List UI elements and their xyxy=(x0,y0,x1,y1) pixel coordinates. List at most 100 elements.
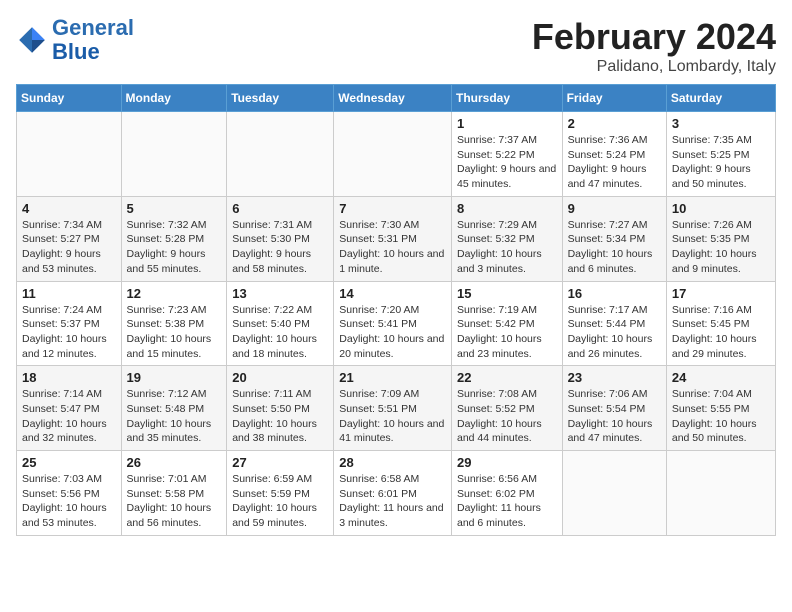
day-info: Sunrise: 7:19 AM Sunset: 5:42 PM Dayligh… xyxy=(457,303,557,362)
day-number: 10 xyxy=(672,201,770,216)
day-info: Sunrise: 7:32 AM Sunset: 5:28 PM Dayligh… xyxy=(127,218,222,277)
week-row-4: 18 Sunrise: 7:14 AM Sunset: 5:47 PM Dayli… xyxy=(17,366,776,451)
calendar-table: SundayMondayTuesdayWednesdayThursdayFrid… xyxy=(16,84,776,536)
day-number: 26 xyxy=(127,455,222,470)
day-number: 29 xyxy=(457,455,557,470)
day-info: Sunrise: 7:01 AM Sunset: 5:58 PM Dayligh… xyxy=(127,472,222,531)
day-cell: 3Sunrise: 7:35 AM Sunset: 5:25 PM Daylig… xyxy=(666,112,775,197)
header-row: SundayMondayTuesdayWednesdayThursdayFrid… xyxy=(17,85,776,112)
day-cell: 9 Sunrise: 7:27 AM Sunset: 5:34 PM Daylig… xyxy=(562,196,666,281)
calendar-header: SundayMondayTuesdayWednesdayThursdayFrid… xyxy=(17,85,776,112)
day-cell xyxy=(666,451,775,536)
day-number: 19 xyxy=(127,370,222,385)
day-cell: 25 Sunrise: 7:03 AM Sunset: 5:56 PM Dayli… xyxy=(17,451,122,536)
day-number: 17 xyxy=(672,286,770,301)
day-cell: 27 Sunrise: 6:59 AM Sunset: 5:59 PM Dayli… xyxy=(227,451,334,536)
day-cell: 6 Sunrise: 7:31 AM Sunset: 5:30 PM Daylig… xyxy=(227,196,334,281)
day-info: Sunrise: 7:27 AM Sunset: 5:34 PM Dayligh… xyxy=(568,218,661,277)
day-number: 28 xyxy=(339,455,446,470)
page-subtitle: Palidano, Lombardy, Italy xyxy=(532,58,776,76)
day-cell: 10 Sunrise: 7:26 AM Sunset: 5:35 PM Dayli… xyxy=(666,196,775,281)
logo-text: General Blue xyxy=(52,16,134,64)
logo: General Blue xyxy=(16,16,134,64)
day-cell: 11 Sunrise: 7:24 AM Sunset: 5:37 PM Dayli… xyxy=(17,281,122,366)
day-info: Sunrise: 7:30 AM Sunset: 5:31 PM Dayligh… xyxy=(339,218,446,277)
day-info: Sunrise: 7:24 AM Sunset: 5:37 PM Dayligh… xyxy=(22,303,116,362)
day-info: Sunrise: 7:16 AM Sunset: 5:45 PM Dayligh… xyxy=(672,303,770,362)
week-row-2: 4 Sunrise: 7:34 AM Sunset: 5:27 PM Daylig… xyxy=(17,196,776,281)
day-info: Sunrise: 6:56 AM Sunset: 6:02 PM Dayligh… xyxy=(457,472,557,531)
day-number: 20 xyxy=(232,370,328,385)
day-info: Sunrise: 7:20 AM Sunset: 5:41 PM Dayligh… xyxy=(339,303,446,362)
header-cell-wednesday: Wednesday xyxy=(334,85,452,112)
day-cell xyxy=(121,112,227,197)
day-cell: 18 Sunrise: 7:14 AM Sunset: 5:47 PM Dayli… xyxy=(17,366,122,451)
day-info: Sunrise: 7:08 AM Sunset: 5:52 PM Dayligh… xyxy=(457,387,557,446)
day-info: Sunrise: 7:35 AM Sunset: 5:25 PM Dayligh… xyxy=(672,133,770,192)
week-row-3: 11 Sunrise: 7:24 AM Sunset: 5:37 PM Dayli… xyxy=(17,281,776,366)
day-number: 11 xyxy=(22,286,116,301)
header-cell-saturday: Saturday xyxy=(666,85,775,112)
day-number: 27 xyxy=(232,455,328,470)
day-cell: 4 Sunrise: 7:34 AM Sunset: 5:27 PM Daylig… xyxy=(17,196,122,281)
day-number: 16 xyxy=(568,286,661,301)
day-cell xyxy=(334,112,452,197)
day-info: Sunrise: 7:37 AM Sunset: 5:22 PM Dayligh… xyxy=(457,133,557,192)
day-number: 5 xyxy=(127,201,222,216)
day-info: Sunrise: 7:14 AM Sunset: 5:47 PM Dayligh… xyxy=(22,387,116,446)
day-cell xyxy=(227,112,334,197)
day-number: 25 xyxy=(22,455,116,470)
day-info: Sunrise: 7:34 AM Sunset: 5:27 PM Dayligh… xyxy=(22,218,116,277)
day-number: 9 xyxy=(568,201,661,216)
day-cell: 12 Sunrise: 7:23 AM Sunset: 5:38 PM Dayli… xyxy=(121,281,227,366)
day-cell xyxy=(17,112,122,197)
day-info: Sunrise: 7:26 AM Sunset: 5:35 PM Dayligh… xyxy=(672,218,770,277)
week-row-1: 1Sunrise: 7:37 AM Sunset: 5:22 PM Daylig… xyxy=(17,112,776,197)
day-info: Sunrise: 7:06 AM Sunset: 5:54 PM Dayligh… xyxy=(568,387,661,446)
page-title: February 2024 xyxy=(532,16,776,58)
day-cell: 15Sunrise: 7:19 AM Sunset: 5:42 PM Dayli… xyxy=(451,281,562,366)
day-info: Sunrise: 7:22 AM Sunset: 5:40 PM Dayligh… xyxy=(232,303,328,362)
day-number: 7 xyxy=(339,201,446,216)
day-info: Sunrise: 7:36 AM Sunset: 5:24 PM Dayligh… xyxy=(568,133,661,192)
day-number: 18 xyxy=(22,370,116,385)
day-info: Sunrise: 7:04 AM Sunset: 5:55 PM Dayligh… xyxy=(672,387,770,446)
day-number: 6 xyxy=(232,201,328,216)
day-cell: 20Sunrise: 7:11 AM Sunset: 5:50 PM Dayli… xyxy=(227,366,334,451)
day-cell: 26 Sunrise: 7:01 AM Sunset: 5:58 PM Dayli… xyxy=(121,451,227,536)
day-info: Sunrise: 7:03 AM Sunset: 5:56 PM Dayligh… xyxy=(22,472,116,531)
day-info: Sunrise: 6:58 AM Sunset: 6:01 PM Dayligh… xyxy=(339,472,446,531)
day-cell: 1Sunrise: 7:37 AM Sunset: 5:22 PM Daylig… xyxy=(451,112,562,197)
day-number: 23 xyxy=(568,370,661,385)
title-block: February 2024 Palidano, Lombardy, Italy xyxy=(532,16,776,76)
day-cell: 13 Sunrise: 7:22 AM Sunset: 5:40 PM Dayli… xyxy=(227,281,334,366)
day-info: Sunrise: 7:31 AM Sunset: 5:30 PM Dayligh… xyxy=(232,218,328,277)
day-cell: 8Sunrise: 7:29 AM Sunset: 5:32 PM Daylig… xyxy=(451,196,562,281)
day-number: 14 xyxy=(339,286,446,301)
day-number: 4 xyxy=(22,201,116,216)
day-cell: 7 Sunrise: 7:30 AM Sunset: 5:31 PM Daylig… xyxy=(334,196,452,281)
day-cell: 23 Sunrise: 7:06 AM Sunset: 5:54 PM Dayli… xyxy=(562,366,666,451)
day-info: Sunrise: 7:17 AM Sunset: 5:44 PM Dayligh… xyxy=(568,303,661,362)
day-number: 13 xyxy=(232,286,328,301)
day-cell: 19 Sunrise: 7:12 AM Sunset: 5:48 PM Dayli… xyxy=(121,366,227,451)
day-number: 12 xyxy=(127,286,222,301)
day-info: Sunrise: 7:23 AM Sunset: 5:38 PM Dayligh… xyxy=(127,303,222,362)
day-cell: 14 Sunrise: 7:20 AM Sunset: 5:41 PM Dayli… xyxy=(334,281,452,366)
day-info: Sunrise: 7:09 AM Sunset: 5:51 PM Dayligh… xyxy=(339,387,446,446)
header-cell-monday: Monday xyxy=(121,85,227,112)
day-info: Sunrise: 7:12 AM Sunset: 5:48 PM Dayligh… xyxy=(127,387,222,446)
day-cell: 16 Sunrise: 7:17 AM Sunset: 5:44 PM Dayli… xyxy=(562,281,666,366)
day-number: 2 xyxy=(568,116,661,131)
day-cell: 22Sunrise: 7:08 AM Sunset: 5:52 PM Dayli… xyxy=(451,366,562,451)
day-info: Sunrise: 6:59 AM Sunset: 5:59 PM Dayligh… xyxy=(232,472,328,531)
header-cell-thursday: Thursday xyxy=(451,85,562,112)
day-cell: 2 Sunrise: 7:36 AM Sunset: 5:24 PM Daylig… xyxy=(562,112,666,197)
logo-icon xyxy=(16,24,48,56)
day-cell: 5 Sunrise: 7:32 AM Sunset: 5:28 PM Daylig… xyxy=(121,196,227,281)
day-cell: 17 Sunrise: 7:16 AM Sunset: 5:45 PM Dayli… xyxy=(666,281,775,366)
day-number: 24 xyxy=(672,370,770,385)
day-cell xyxy=(562,451,666,536)
day-cell: 28 Sunrise: 6:58 AM Sunset: 6:01 PM Dayli… xyxy=(334,451,452,536)
day-number: 21 xyxy=(339,370,446,385)
